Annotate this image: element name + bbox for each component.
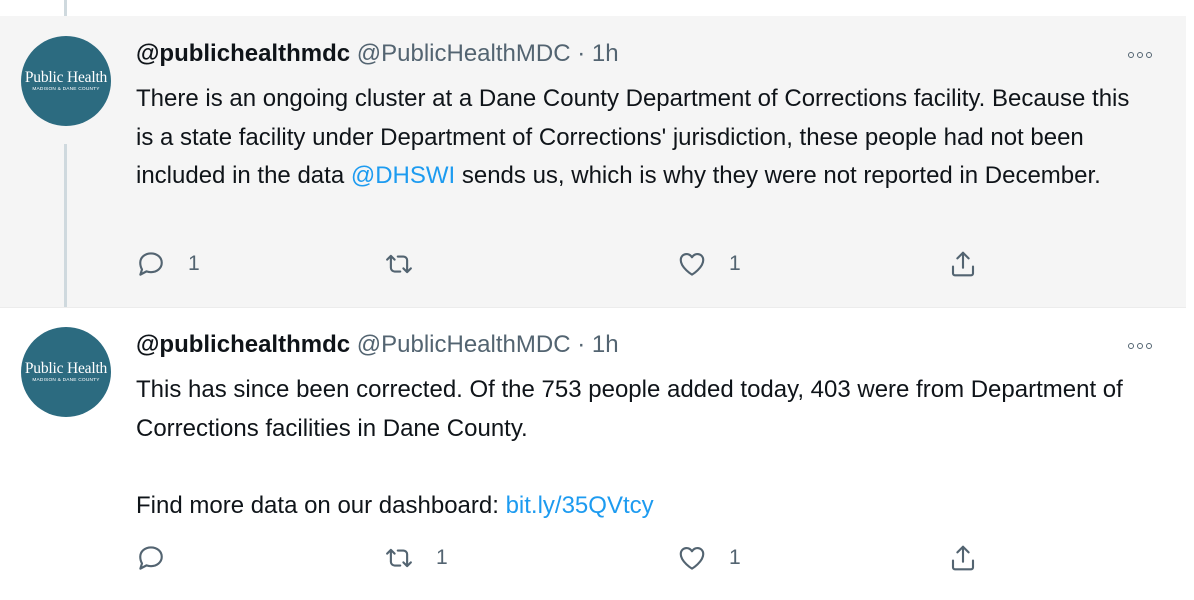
avatar-subtitle-text: Madison & Dane County	[32, 377, 100, 383]
thread-connector-top	[64, 0, 67, 16]
tweet-actions: 1 1	[136, 543, 1186, 579]
tweet-text: This has since been corrected. Of the 75…	[136, 371, 1146, 525]
like-count: 1	[729, 546, 741, 569]
heart-icon	[679, 546, 705, 570]
tweet-header: @publichealthmdc @PublicHealthMDC · 1h	[136, 331, 619, 359]
avatar-brand-text: Public Health	[24, 359, 108, 377]
reply-button[interactable]: 1	[136, 249, 200, 279]
tweet-divider	[0, 307, 1186, 308]
dashboard-link[interactable]: bit.ly/35QVtcy	[506, 492, 654, 519]
retweet-button[interactable]	[384, 249, 436, 279]
separator-dot: ·	[577, 331, 586, 358]
tweet-text-part: sends us, which is why they were not rep…	[455, 162, 1101, 189]
retweet-icon	[386, 254, 412, 274]
page-edge	[1186, 0, 1194, 600]
like-button[interactable]: 1	[677, 249, 741, 279]
heart-icon	[679, 252, 705, 276]
timestamp[interactable]: 1h	[592, 40, 619, 67]
like-count: 1	[729, 252, 741, 275]
tweet-text-part: Find more data on our dashboard:	[136, 491, 506, 519]
reply-button[interactable]	[136, 543, 188, 573]
share-icon	[951, 545, 975, 571]
display-name[interactable]: @publichealthmdc	[136, 331, 350, 358]
retweet-button[interactable]: 1	[384, 543, 448, 573]
separator-dot: ·	[577, 40, 586, 67]
user-handle[interactable]: @PublicHealthMDC	[357, 40, 571, 67]
tweet-text-part: This has since been corrected. Of the 75…	[136, 376, 1123, 442]
reply-icon	[139, 546, 163, 570]
tweet-header: @publichealthmdc @PublicHealthMDC · 1h	[136, 40, 619, 68]
more-icon[interactable]	[1128, 52, 1152, 58]
avatar-subtitle-text: Madison & Dane County	[32, 86, 100, 92]
retweet-count: 1	[436, 546, 448, 569]
avatar[interactable]: Public Health Madison & Dane County	[21, 327, 111, 417]
timestamp[interactable]: 1h	[592, 331, 619, 358]
tweet-text: There is an ongoing cluster at a Dane Co…	[136, 80, 1146, 196]
retweet-icon	[386, 548, 412, 568]
user-handle[interactable]: @PublicHealthMDC	[357, 331, 571, 358]
reply-count: 1	[188, 252, 200, 275]
tweet[interactable]: Public Health Madison & Dane County @pub…	[0, 16, 1186, 307]
share-button[interactable]	[948, 543, 978, 573]
reply-icon	[139, 252, 163, 276]
avatar[interactable]: Public Health Madison & Dane County	[21, 36, 111, 126]
more-icon[interactable]	[1128, 343, 1152, 349]
share-button[interactable]	[948, 249, 978, 279]
tweet-actions: 1 1	[136, 249, 1186, 285]
mention-link[interactable]: @DHSWI	[351, 162, 455, 189]
display-name[interactable]: @publichealthmdc	[136, 40, 350, 67]
like-button[interactable]: 1	[677, 543, 741, 573]
thread-connector	[64, 144, 67, 307]
avatar-brand-text: Public Health	[24, 68, 108, 86]
tweet[interactable]: Public Health Madison & Dane County @pub…	[0, 307, 1186, 600]
share-icon	[951, 251, 975, 277]
